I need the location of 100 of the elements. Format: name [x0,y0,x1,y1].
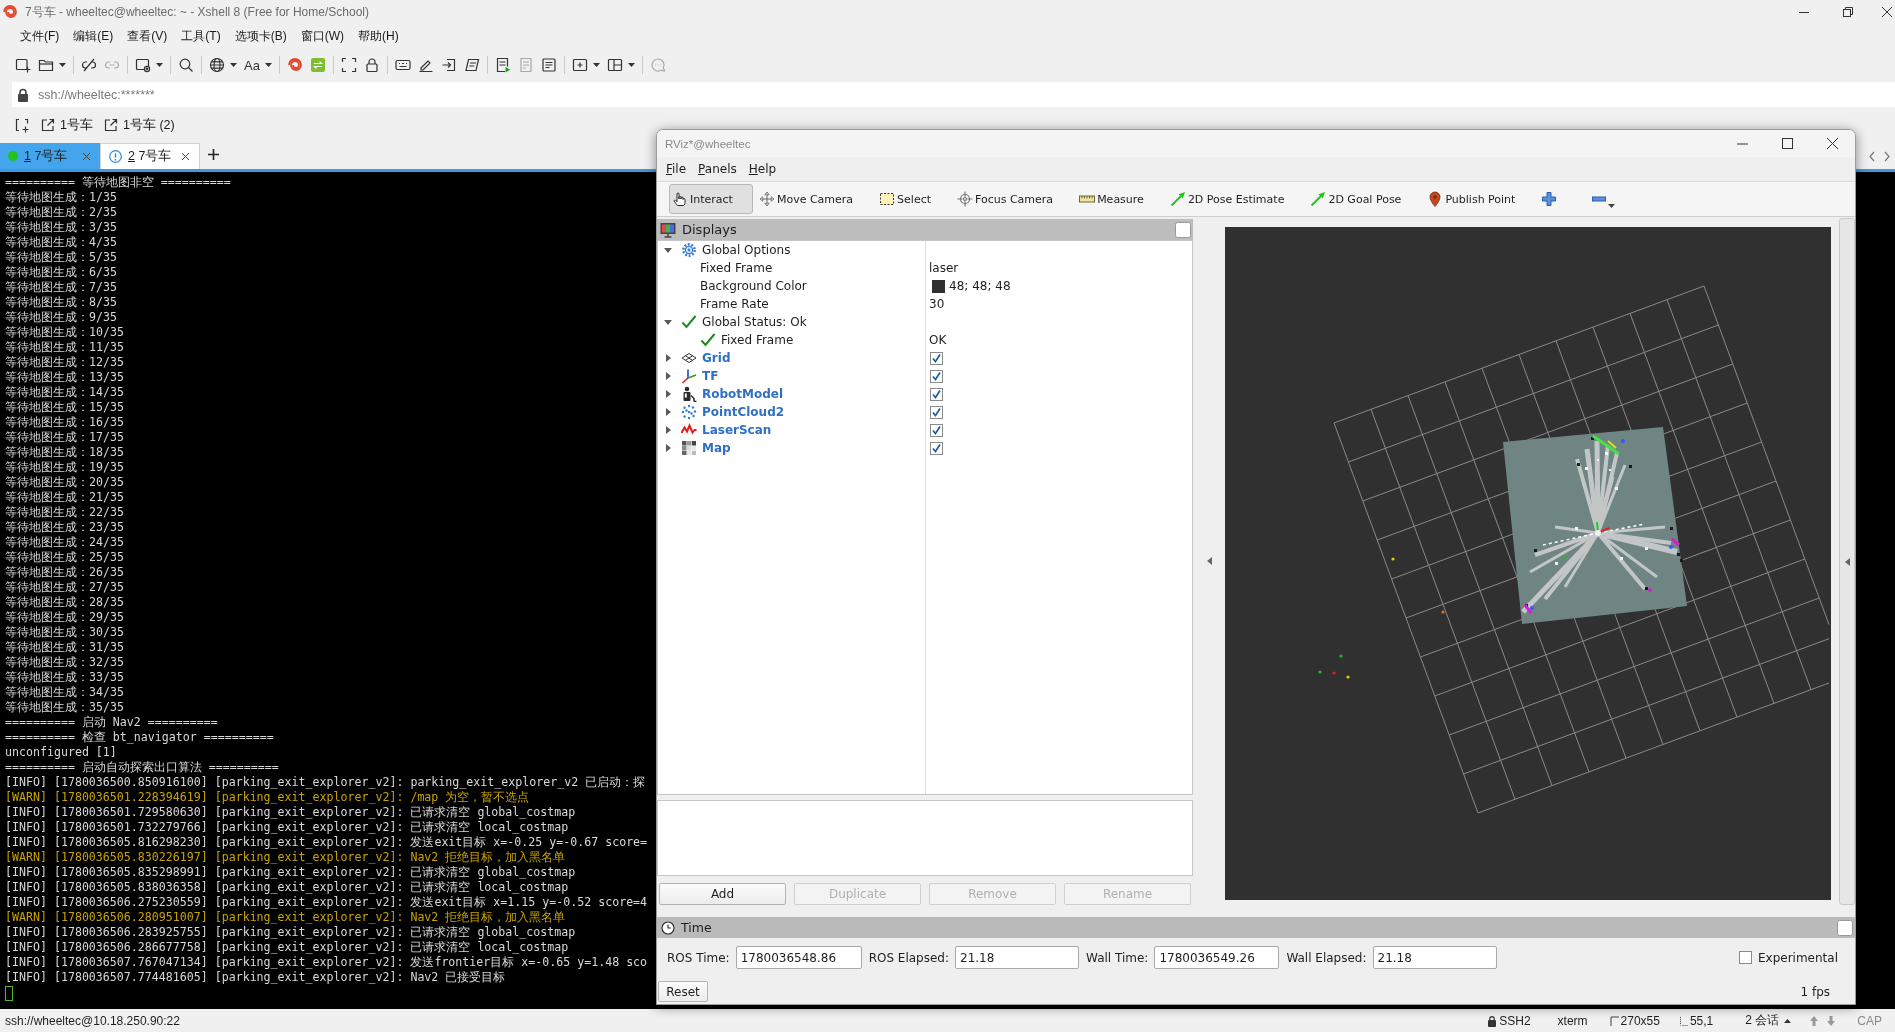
session-link[interactable]: 1号车 [41,116,93,134]
chevron-right-icon[interactable] [1883,150,1891,162]
caret-icon[interactable] [1784,1018,1792,1023]
menu-item[interactable]: 编辑(E) [73,27,114,45]
close-icon[interactable] [1827,138,1838,149]
caret-icon[interactable] [156,63,163,67]
notes-icon[interactable] [540,57,557,73]
globe-icon[interactable] [209,57,225,73]
menu-item[interactable]: 选项卡(B) [234,27,287,45]
font-button[interactable]: Aa [244,57,260,73]
lock-icon[interactable] [363,57,380,73]
menu-item[interactable]: 工具(T) [181,27,221,45]
play-document-icon[interactable] [494,57,511,73]
checkbox[interactable] [930,423,943,437]
square-icon[interactable] [1837,919,1853,936]
display-name[interactable]: Grid [702,351,731,365]
caret-icon[interactable] [1608,204,1616,208]
menu-item[interactable]: 窗口(W) [300,27,344,45]
caret-icon[interactable] [592,63,600,67]
menu-item[interactable]: 帮助(H) [358,27,399,45]
left-triangle-icon[interactable] [1844,557,1850,566]
enter-icon[interactable] [440,57,457,73]
caret-icon[interactable] [59,63,66,67]
close-icon[interactable] [1882,7,1892,17]
checkbox[interactable] [930,351,943,365]
script-icon[interactable] [463,57,480,73]
disclosure-triangle-icon[interactable] [664,444,672,452]
fullscreen-icon[interactable] [340,57,357,73]
collapsed-panel-handle[interactable] [1839,218,1855,905]
checkbox[interactable] [930,369,943,383]
lock-icon [1487,1014,1498,1027]
menu-item[interactable]: Help [748,162,777,176]
reset-button[interactable]: Reset [658,981,708,1002]
disclosure-triangle-icon[interactable] [664,318,672,326]
caret-icon[interactable] [264,63,272,67]
tree-item-label[interactable]: Global Status: Ok [702,315,807,329]
time-field[interactable]: 21.18 [955,946,1080,969]
caret-icon[interactable] [627,63,635,67]
disclosure-triangle-icon[interactable] [664,354,672,362]
close-icon[interactable] [181,152,190,161]
session-count-label[interactable]: 2 会话 [1745,1012,1780,1029]
folder-icon[interactable] [38,57,54,73]
tool-button[interactable]: 2D Pose Estimate [1166,184,1305,214]
disclosure-triangle-icon[interactable] [664,372,672,380]
checkbox-label[interactable]: Experimental [1757,950,1838,965]
display-name[interactable]: LaserScan [702,423,772,437]
square-icon[interactable] [1175,221,1191,238]
tool-button[interactable]: Select [876,184,952,214]
menu-item[interactable]: 文件(F) [20,27,60,45]
tool-button[interactable]: Publish Point [1424,184,1536,214]
tab[interactable]: 2 7号车 [100,143,200,169]
swirl-icon[interactable] [286,57,303,73]
time-field[interactable]: 1780036548.86 [735,946,862,969]
chevron-left-icon[interactable] [1868,150,1876,162]
tool-button[interactable]: Measure [1076,184,1164,214]
layout-icon[interactable] [606,57,623,73]
fps-label: 1 fps [1800,984,1831,999]
render-viewport[interactable] [1225,227,1831,900]
display-name[interactable]: PointCloud2 [702,405,785,419]
tool-button[interactable]: 2D Goal Pose [1307,184,1422,214]
window-gear-icon[interactable] [135,57,151,73]
time-field[interactable]: 1780036549.26 [1154,946,1280,969]
tree-item-label[interactable]: Global Options [702,243,791,257]
maximize-icon[interactable] [1782,138,1793,149]
menu-item[interactable]: File [666,162,687,176]
caret-icon[interactable] [230,63,237,67]
display-name[interactable]: Map [702,441,731,455]
disclosure-triangle-icon[interactable] [664,390,672,398]
address-field[interactable]: ssh://wheeltec:******* [12,82,1895,107]
time-label: ROS Time: [667,950,730,965]
keyboard-icon[interactable] [394,57,411,73]
tab[interactable]: 1 7号车 [0,143,100,169]
tool-button[interactable]: Focus Camera [954,184,1074,214]
menu-item[interactable]: Panels [698,162,737,176]
arrow-icon [1310,191,1327,207]
disclosure-triangle-icon[interactable] [664,426,672,434]
display-action-button[interactable]: Add [659,883,786,905]
disclosure-triangle-icon[interactable] [664,408,672,416]
menu-item[interactable]: 查看(V) [127,27,168,45]
session-link[interactable]: 1号车 (2) [103,116,175,134]
checkbox[interactable] [930,441,943,455]
time-field[interactable]: 21.18 [1372,946,1497,969]
search-icon[interactable] [178,57,194,73]
checkbox[interactable] [930,405,943,419]
restore-icon[interactable] [1843,7,1853,17]
broken-link-icon[interactable] [81,57,97,73]
left-triangle-icon[interactable] [1206,557,1212,565]
disclosure-triangle-icon[interactable] [664,246,672,254]
checkbox[interactable] [1738,951,1752,964]
plus-icon[interactable] [208,149,219,160]
window-plus-icon[interactable] [15,57,31,73]
terminal-line: 等待地图生成：7/35 [5,280,117,295]
checkbox[interactable] [930,387,943,401]
tool-button[interactable]: Interact [669,184,753,214]
display-name[interactable]: RobotModel [702,387,784,401]
connection-address: ssh://wheeltec@10.18.250.90:22 [5,1013,180,1028]
display-name[interactable]: TF [702,369,719,383]
box-plus-icon[interactable] [571,57,588,73]
tool-button[interactable]: Move Camera [755,184,874,214]
bracket-plus-icon[interactable] [14,117,30,133]
